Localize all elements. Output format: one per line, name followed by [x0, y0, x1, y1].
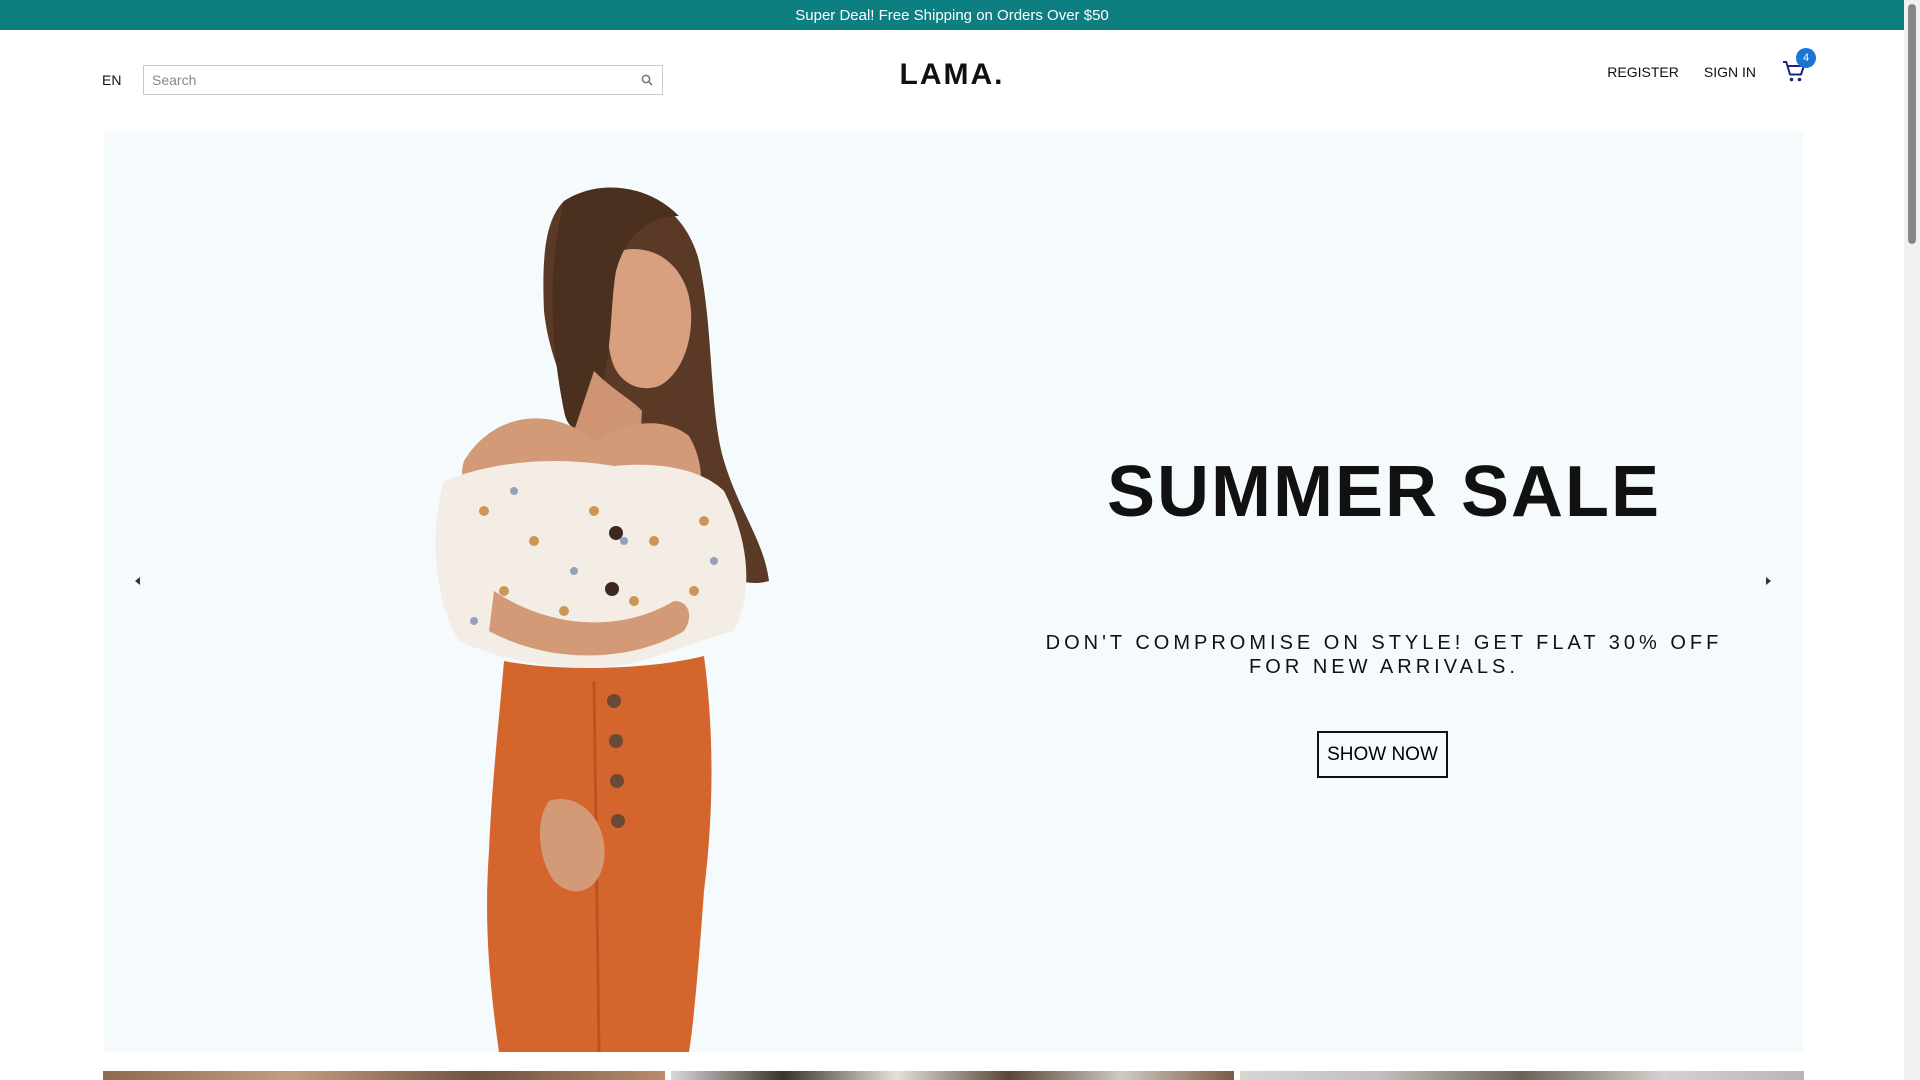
slider-next-button[interactable] [1743, 556, 1793, 606]
nav-actions: REGISTER SIGN IN 4 [1582, 48, 1816, 84]
show-now-button[interactable]: SHOW NOW [1317, 731, 1448, 778]
cart-badge: 4 [1796, 48, 1816, 68]
cart-button[interactable]: 4 [1782, 48, 1816, 84]
slide-title: SUMMER SALE [1106, 452, 1662, 532]
slide-info: SUMMER SALE DON'T COMPROMISE ON STYLE! G… [1004, 131, 1764, 1052]
sign-in-link[interactable]: SIGN IN [1704, 64, 1756, 80]
arrow-right-icon [1766, 577, 1771, 585]
search-icon[interactable] [640, 73, 654, 87]
slider-prev-button[interactable] [113, 556, 163, 606]
hero-slider: SUMMER SALE DON'T COMPROMISE ON STYLE! G… [104, 131, 1803, 1052]
announcement-text: Super Deal! Free Shipping on Orders Over… [795, 6, 1109, 24]
logo[interactable]: LAMA. [900, 58, 1005, 91]
hero-model-image [435, 187, 769, 1052]
category-card[interactable] [1240, 1071, 1804, 1080]
category-card[interactable] [103, 1071, 665, 1080]
search-container[interactable] [143, 65, 663, 95]
scrollbar-thumb[interactable] [1908, 4, 1916, 244]
categories-strip [103, 1071, 1810, 1080]
category-card[interactable] [671, 1071, 1234, 1080]
announcement-bar: Super Deal! Free Shipping on Orders Over… [0, 0, 1904, 30]
language-selector[interactable]: EN [102, 72, 121, 88]
arrow-left-icon [135, 577, 140, 585]
scrollbar[interactable] [1904, 0, 1920, 1080]
register-link[interactable]: REGISTER [1607, 64, 1679, 80]
slide-description: DON'T COMPROMISE ON STYLE! GET FLAT 30% … [1045, 632, 1723, 678]
navbar: EN LAMA. REGISTER SIGN IN 4 [0, 30, 1904, 130]
search-input[interactable] [152, 72, 640, 88]
